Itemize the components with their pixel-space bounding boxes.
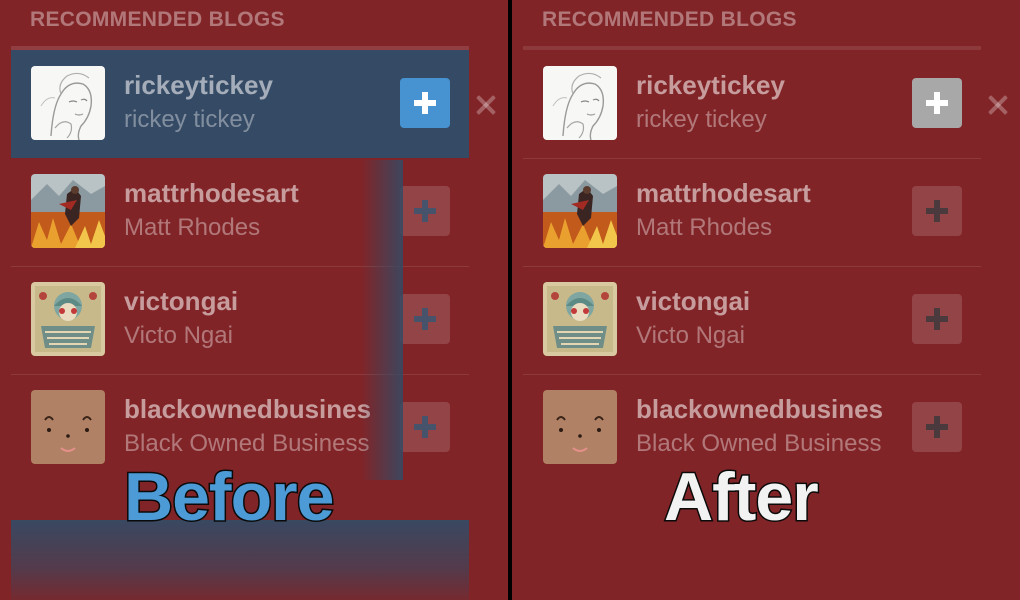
blog-row-rickeytickey[interactable]: rickeytickey rickey tickey	[11, 50, 469, 158]
avatar-ornate-illustration[interactable]	[31, 282, 105, 356]
blog-username[interactable]: mattrhodesart	[636, 178, 911, 209]
avatar-smiley-face[interactable]	[31, 390, 105, 464]
recommended-blogs-heading: RECOMMENDED BLOGS	[30, 8, 285, 31]
follow-button[interactable]	[912, 186, 962, 236]
blog-username[interactable]: blackownedbusines	[124, 394, 399, 425]
avatar-fire-warrior-art[interactable]	[31, 174, 105, 248]
avatar-sketch-portrait[interactable]	[543, 66, 617, 140]
blog-display-name: Victo Ngai	[636, 322, 745, 349]
avatar-smiley-face[interactable]	[543, 390, 617, 464]
blog-display-name: Matt Rhodes	[636, 214, 773, 241]
blog-username[interactable]: blackownedbusines	[636, 394, 911, 425]
follow-button[interactable]	[400, 294, 450, 344]
plus-icon	[414, 308, 436, 330]
blog-username[interactable]: victongai	[124, 286, 399, 317]
plus-icon	[414, 416, 436, 438]
follow-button[interactable]	[400, 78, 450, 128]
plus-icon	[414, 92, 436, 114]
blog-row-rickeytickey[interactable]: rickeytickey rickey tickey	[523, 50, 981, 159]
close-icon[interactable]	[475, 94, 497, 116]
avatar-fire-warrior-art[interactable]	[543, 174, 617, 248]
blog-display-name: rickey tickey	[124, 106, 255, 133]
blog-display-name: Black Owned Business	[124, 430, 370, 457]
blog-username[interactable]: rickeytickey	[636, 70, 911, 101]
blog-display-name: Matt Rhodes	[124, 214, 261, 241]
follow-button[interactable]	[912, 402, 962, 452]
plus-icon	[926, 416, 948, 438]
highlight-bleed-artifact	[361, 160, 403, 480]
blog-display-name: Victo Ngai	[124, 322, 233, 349]
follow-button[interactable]	[912, 78, 962, 128]
blog-username[interactable]: victongai	[636, 286, 911, 317]
before-caption: Before	[122, 458, 335, 537]
blog-row-victongai[interactable]: victongai Victo Ngai	[523, 266, 981, 375]
avatar-ornate-illustration[interactable]	[543, 282, 617, 356]
close-icon[interactable]	[987, 94, 1009, 116]
plus-icon	[926, 308, 948, 330]
blog-display-name: Black Owned Business	[636, 430, 882, 457]
recommended-blogs-heading: RECOMMENDED BLOGS	[542, 8, 797, 31]
blog-username[interactable]: mattrhodesart	[124, 178, 399, 209]
plus-icon	[926, 92, 948, 114]
after-panel: RECOMMENDED BLOGS rickeytickey rickey ti…	[512, 0, 1020, 600]
follow-button[interactable]	[400, 186, 450, 236]
before-panel: RECOMMENDED BLOGS rickeytickey rickey ti…	[0, 0, 510, 600]
after-caption: After	[663, 458, 821, 537]
plus-icon	[414, 200, 436, 222]
follow-button[interactable]	[400, 402, 450, 452]
avatar-sketch-portrait[interactable]	[31, 66, 105, 140]
blog-username[interactable]: rickeytickey	[124, 70, 399, 101]
plus-icon	[926, 200, 948, 222]
blog-row-mattrhodesart[interactable]: mattrhodesart Matt Rhodes	[523, 158, 981, 267]
blog-display-name: rickey tickey	[636, 106, 767, 133]
follow-button[interactable]	[912, 294, 962, 344]
